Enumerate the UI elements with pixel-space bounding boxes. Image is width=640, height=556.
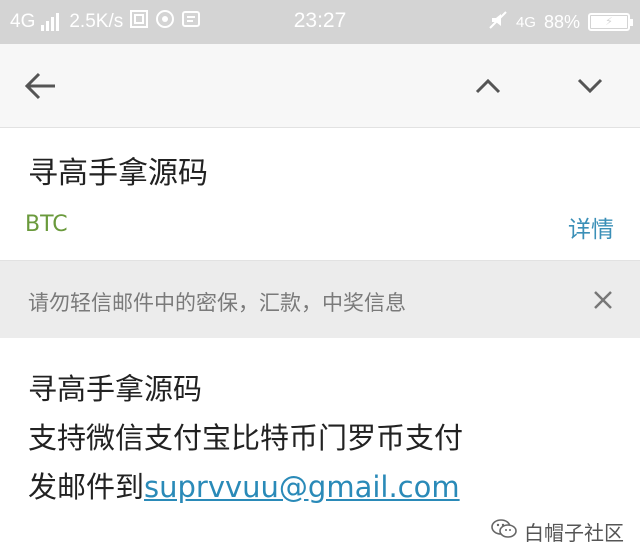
body-line-3: 发邮件到suprvvuu@gmail.com (28, 463, 463, 512)
watermark: 白帽子社区 (490, 517, 624, 546)
previous-email-button[interactable] (468, 66, 508, 106)
email-address-link[interactable]: suprvvuu@gmail.com (144, 470, 460, 504)
details-link[interactable]: 详情 (568, 210, 614, 244)
email-sender[interactable]: BTC (25, 212, 68, 237)
close-icon (594, 291, 612, 309)
security-warning-banner: 请勿轻信邮件中的密保，汇款，中奖信息 (0, 260, 640, 338)
warning-text: 请勿轻信邮件中的密保，汇款，中奖信息 (28, 291, 406, 315)
battery-icon: ⚡ (588, 13, 633, 31)
network-type-right: 4G (515, 13, 536, 31)
body-line-1: 寻高手拿源码 (28, 372, 203, 406)
next-email-button[interactable] (570, 66, 610, 106)
arrow-left-icon (24, 72, 55, 100)
mute-icon (488, 10, 508, 35)
watermark-label: 白帽子社区 (524, 521, 624, 545)
body-line-3-prefix: 发邮件到 (28, 470, 145, 504)
close-warning-button[interactable] (588, 285, 618, 315)
status-right: 4G 88% ⚡ (488, 9, 633, 35)
chevron-down-icon (577, 78, 603, 94)
body-line-2: 支持微信支付宝比特币门罗币支付 (28, 421, 464, 455)
status-bar: 4G 2.5K/s 23:27 4G 88% ⚡ (0, 0, 640, 44)
email-toolbar (0, 44, 640, 128)
email-subject: 寻高手拿源码 (28, 156, 208, 191)
wechat-icon (490, 518, 518, 545)
email-body: 寻高手拿源码 支持微信支付宝比特币门罗币支付 发邮件到suprvvuu@gmai… (28, 365, 463, 512)
battery-percent: 88% (543, 11, 580, 32)
chevron-up-icon (475, 78, 501, 94)
back-button[interactable] (20, 66, 60, 106)
